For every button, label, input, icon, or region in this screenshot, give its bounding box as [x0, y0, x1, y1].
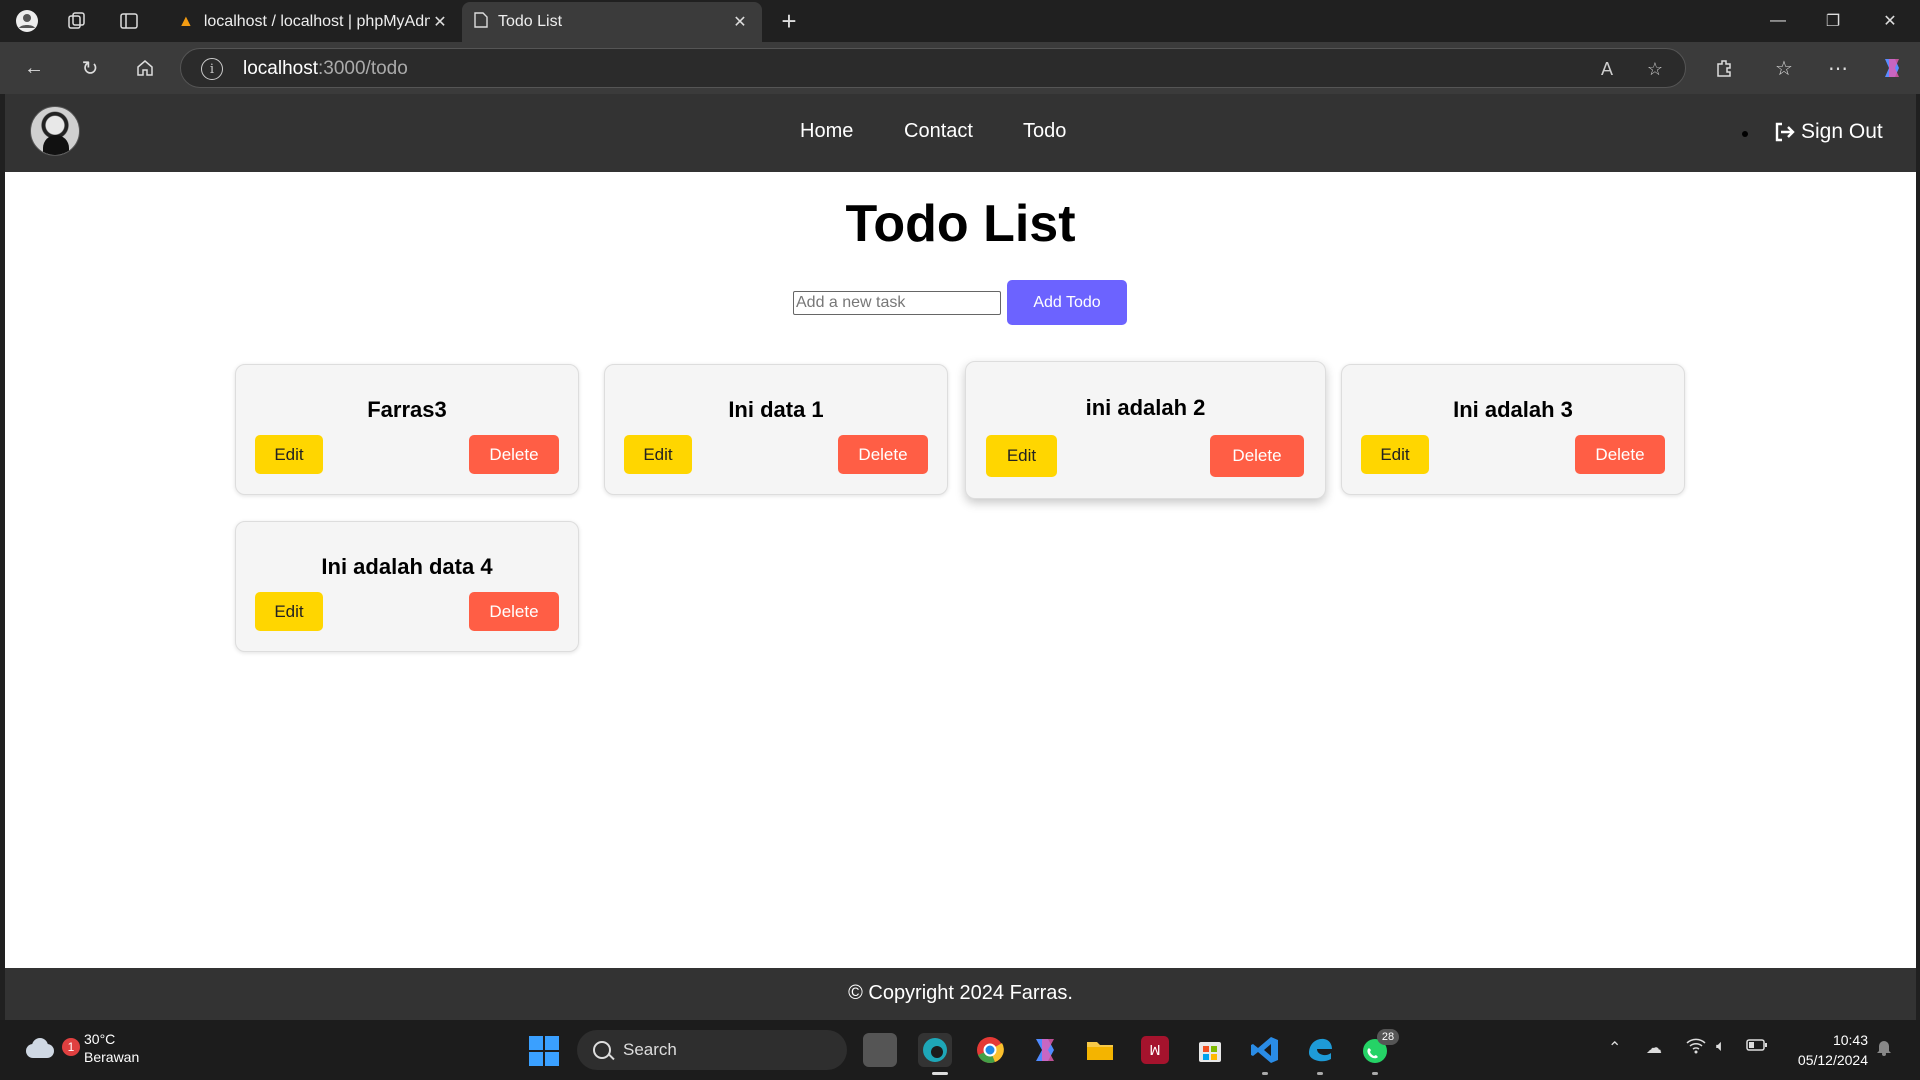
phpmyadmin-icon: ▲	[178, 13, 194, 30]
close-icon[interactable]: ✕	[730, 12, 750, 32]
address-bar[interactable]: i localhost:3000/todo A ☆	[180, 48, 1686, 88]
delete-button[interactable]: Delete	[469, 435, 559, 474]
tab-todo-list[interactable]: Todo List ✕	[462, 2, 762, 42]
todo-title: Ini data 1	[728, 397, 824, 422]
new-task-input[interactable]	[793, 290, 1001, 315]
chrome-icon[interactable]	[973, 1033, 1007, 1067]
weather-widget[interactable]: 1 30°C Berawan	[22, 1030, 139, 1066]
whatsapp-badge: 28	[1377, 1029, 1399, 1045]
web-page: Home Contact Todo Sign Out Todo List Add…	[5, 94, 1916, 1020]
page-footer: © Copyright 2024 Farras.	[5, 968, 1916, 1020]
edit-button[interactable]: Edit	[624, 435, 692, 474]
onedrive-icon[interactable]: ☁	[1646, 1038, 1662, 1058]
reload-icon[interactable]: ↻	[76, 54, 104, 82]
battery-icon[interactable]	[1746, 1038, 1768, 1057]
workspaces-icon[interactable]	[64, 8, 90, 34]
todo-card: Ini data 1 Edit Delete	[604, 364, 948, 495]
edit-button[interactable]: Edit	[255, 435, 323, 474]
favorites-icon[interactable]: ☆	[1770, 54, 1798, 82]
avatar[interactable]	[30, 106, 80, 156]
app-indicator	[1372, 1072, 1378, 1075]
close-icon[interactable]: ✕	[430, 12, 450, 32]
add-todo-form: Add Todo	[793, 280, 1127, 325]
edge-icon[interactable]	[918, 1033, 952, 1067]
delete-button[interactable]: Delete	[469, 592, 559, 631]
edit-button[interactable]: Edit	[255, 592, 323, 631]
chevron-up-icon[interactable]: ⌃	[1608, 1038, 1621, 1058]
list-bullet	[1742, 131, 1748, 137]
sign-out-icon	[1775, 122, 1795, 142]
task-view-icon[interactable]	[863, 1033, 897, 1067]
search-icon	[593, 1041, 611, 1059]
edit-button[interactable]: Edit	[1361, 435, 1429, 474]
weather-desc: Berawan	[84, 1049, 140, 1065]
sign-out-button[interactable]: Sign Out	[1773, 120, 1883, 144]
vertical-tabs-icon[interactable]	[116, 8, 142, 34]
browser-toolbar: ← ↻ i localhost:3000/todo A ☆ ☆ ⋯	[0, 42, 1920, 94]
page-icon	[474, 11, 488, 33]
file-explorer-icon[interactable]	[1083, 1033, 1117, 1067]
tab-phpmyadmin[interactable]: ▲ localhost / localhost | phpMyAdm ✕	[166, 2, 462, 42]
minimize-icon[interactable]: —	[1758, 6, 1798, 36]
tab-title: Todo List	[498, 13, 563, 30]
app-navbar: Home Contact Todo Sign Out	[5, 94, 1916, 172]
todo-title: Ini adalah 3	[1453, 397, 1573, 422]
url-text[interactable]: localhost:3000/todo	[243, 58, 408, 80]
vscode-icon[interactable]	[1248, 1033, 1282, 1067]
browser-tab-strip: ▲ localhost / localhost | phpMyAdm ✕ Tod…	[0, 0, 1920, 42]
favorite-star-icon[interactable]: ☆	[1643, 57, 1667, 81]
nav-todo[interactable]: Todo	[1023, 120, 1066, 143]
copilot-icon[interactable]	[1878, 54, 1906, 82]
todo-card: Ini adalah 3 Edit Delete	[1341, 364, 1685, 495]
read-aloud-icon[interactable]: A	[1595, 57, 1619, 81]
weather-temp: 30°C	[84, 1031, 116, 1047]
windows-start-icon[interactable]	[529, 1036, 559, 1066]
mendeley-icon[interactable]: ꟽ	[1138, 1033, 1172, 1067]
restore-icon[interactable]: ❐	[1813, 6, 1853, 36]
active-app-indicator	[932, 1072, 948, 1075]
taskbar-search[interactable]: Search	[577, 1030, 847, 1070]
weather-badge: 1	[62, 1038, 80, 1056]
edge-dev-icon[interactable]	[1303, 1033, 1337, 1067]
close-window-icon[interactable]: ✕	[1870, 6, 1910, 36]
notification-bell-icon[interactable]	[1876, 1038, 1892, 1061]
todo-card: Ini adalah data 4 Edit Delete	[235, 521, 579, 652]
taskbar: 1 30°C Berawan Search ꟽ 28 ⌃ ☁ 🔈︎ 10:43 …	[0, 1020, 1920, 1080]
nav-home[interactable]: Home	[800, 120, 853, 143]
delete-button[interactable]: Delete	[1575, 435, 1665, 474]
more-menu-icon[interactable]: ⋯	[1824, 54, 1852, 82]
page-title: Todo List	[845, 195, 1076, 253]
ms-store-icon[interactable]	[1193, 1033, 1227, 1067]
delete-button[interactable]: Delete	[838, 435, 928, 474]
clock-date: 05/12/2024	[1797, 1052, 1868, 1068]
new-tab-icon[interactable]: +	[776, 6, 802, 36]
extensions-icon[interactable]	[1710, 54, 1738, 82]
todo-title: Farras3	[367, 397, 447, 422]
profile-icon[interactable]	[14, 8, 40, 34]
cloud-icon	[22, 1036, 56, 1060]
delete-button[interactable]: Delete	[1210, 435, 1304, 477]
tab-title: localhost / localhost | phpMyAdm	[203, 13, 430, 30]
back-icon[interactable]: ←	[20, 54, 48, 82]
todo-title: Ini adalah data 4	[321, 554, 493, 579]
app-indicator	[1262, 1072, 1268, 1075]
volume-icon[interactable]: 🔈︎	[1716, 1038, 1726, 1056]
add-todo-button[interactable]: Add Todo	[1007, 280, 1127, 325]
copilot-app-icon[interactable]	[1028, 1033, 1062, 1067]
todo-title: ini adalah 2	[1085, 395, 1206, 420]
todo-card: Farras3 Edit Delete	[235, 364, 579, 495]
wifi-icon[interactable]	[1686, 1038, 1706, 1059]
system-clock[interactable]: 10:43 05/12/2024	[1788, 1030, 1868, 1070]
sign-out-label: Sign Out	[1801, 120, 1883, 143]
site-info-icon[interactable]: i	[201, 58, 223, 80]
app-indicator	[1317, 1072, 1323, 1075]
nav-contact[interactable]: Contact	[904, 120, 973, 143]
search-label: Search	[623, 1040, 677, 1059]
clock-time: 10:43	[1832, 1032, 1868, 1048]
todo-card: ini adalah 2 Edit Delete	[965, 361, 1326, 499]
home-icon[interactable]	[131, 54, 159, 82]
svg-text:ꟽ: ꟽ	[1149, 1044, 1160, 1059]
edit-button[interactable]: Edit	[986, 435, 1057, 477]
